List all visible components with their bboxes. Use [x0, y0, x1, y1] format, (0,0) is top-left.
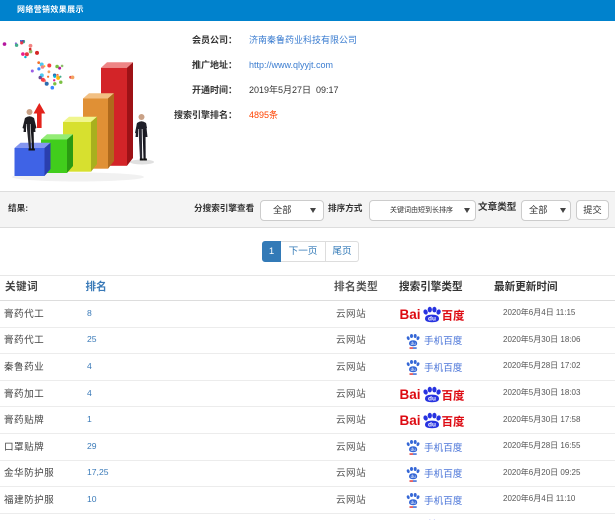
svg-text:du: du: [411, 447, 417, 452]
svg-text:百度: 百度: [442, 307, 465, 323]
svg-text:du: du: [411, 368, 417, 373]
svg-text:Bai: Bai: [400, 413, 421, 428]
svg-text:du: du: [411, 501, 417, 506]
svg-text:du: du: [411, 341, 417, 346]
svg-text:Bai: Bai: [400, 307, 421, 322]
svg-text:百度: 百度: [442, 414, 465, 430]
svg-text:du: du: [428, 395, 436, 402]
svg-text:du: du: [411, 474, 417, 479]
svg-text:du: du: [428, 315, 436, 322]
svg-text:百度: 百度: [442, 387, 465, 403]
svg-text:Bai: Bai: [400, 387, 421, 402]
svg-text:du: du: [428, 422, 436, 429]
